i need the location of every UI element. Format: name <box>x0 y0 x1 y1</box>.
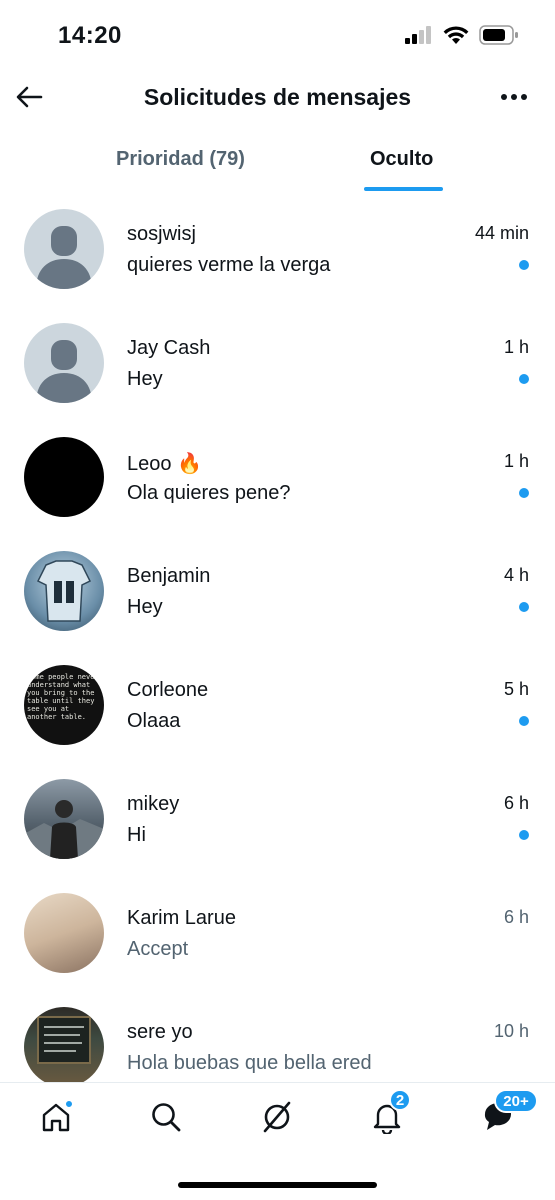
home-notification-dot <box>65 1100 73 1108</box>
tab-bar: Prioridad (79) Oculto <box>0 128 555 192</box>
more-options-button[interactable] <box>497 82 531 112</box>
signal-icon <box>405 26 431 44</box>
tab-hidden[interactable]: Oculto <box>370 148 433 171</box>
avatar <box>24 779 104 859</box>
avatar <box>24 209 104 289</box>
unread-indicator <box>519 488 529 498</box>
conversation-name: Jay Cash <box>127 337 211 359</box>
conversation-time: 10 h <box>493 1021 529 1041</box>
avatar <box>24 1007 104 1082</box>
conversation-name: sere yo <box>127 1021 193 1043</box>
conversation-time: 44 min <box>474 223 529 243</box>
avatar <box>24 893 104 973</box>
jersey-picture-icon <box>36 560 92 622</box>
conversation-preview: Hola buebas que bella ered <box>127 1052 372 1074</box>
status-bar: 14:20 <box>0 0 555 70</box>
conversation-row[interactable]: mikey Hi 6 h <box>0 762 555 876</box>
default-avatar-icon <box>36 226 92 289</box>
conversation-preview: quieres verme la verga <box>127 254 331 276</box>
avatar <box>24 323 104 403</box>
home-indicator-bar <box>178 1182 377 1188</box>
bottom-navigation: 2 20+ <box>0 1082 555 1200</box>
active-tab-indicator <box>364 187 443 191</box>
conversation-time: 5 h <box>503 679 529 699</box>
nav-grok-button[interactable] <box>257 1097 297 1137</box>
header: Solicitudes de mensajes <box>0 70 555 128</box>
conversation-time: 6 h <box>503 793 529 813</box>
conversation-time: 6 h <box>503 907 529 927</box>
page-title: Solicitudes de mensajes <box>143 84 412 110</box>
default-avatar-icon <box>36 340 92 403</box>
conversation-row[interactable]: sere yo Hola buebas que bella ered 10 h <box>0 990 555 1082</box>
conversation-row[interactable]: Some people never understand what you br… <box>0 648 555 762</box>
conversation-name: Leoo 🔥 <box>127 453 202 475</box>
wifi-icon <box>443 25 469 44</box>
conversation-preview: Olaaa <box>127 710 181 732</box>
conversation-time: 1 h <box>503 337 529 357</box>
battery-icon <box>479 25 518 45</box>
person-photo-icon <box>24 800 104 859</box>
conversation-row[interactable]: sosjwisj quieres verme la verga 44 min <box>0 192 555 306</box>
unread-indicator <box>519 602 529 612</box>
conversation-row[interactable]: Leoo 🔥 Ola quieres pene? 1 h <box>0 420 555 534</box>
menu-board-photo-icon <box>37 1016 91 1064</box>
avatar <box>24 551 104 631</box>
nav-search-button[interactable] <box>146 1097 186 1137</box>
tab-priority[interactable]: Prioridad (79) <box>116 148 245 171</box>
conversation-name: Benjamin <box>127 565 211 587</box>
conversation-row[interactable]: Karim Larue Accept 6 h <box>0 876 555 990</box>
avatar-quote-text: Some people never understand what you br… <box>27 673 99 721</box>
conversation-name: mikey <box>127 793 180 815</box>
conversation-name: Karim Larue <box>127 907 236 929</box>
conversation-preview: Accept <box>127 938 189 960</box>
message-request-list: sosjwisj quieres verme la verga 44 min J… <box>0 192 555 1082</box>
avatar <box>24 437 104 517</box>
conversation-preview: Hi <box>127 824 146 846</box>
conversation-preview: Ola quieres pene? <box>127 482 291 504</box>
conversation-name: sosjwisj <box>127 223 196 245</box>
nav-notifications-button[interactable]: 2 <box>367 1089 411 1137</box>
conversation-time: 1 h <box>503 451 529 471</box>
notifications-badge: 2 <box>389 1089 411 1111</box>
unread-indicator <box>519 260 529 270</box>
nav-messages-button[interactable]: 20+ <box>478 1089 538 1137</box>
avatar: Some people never understand what you br… <box>24 665 104 745</box>
conversation-preview: Hey <box>127 596 163 618</box>
conversation-row[interactable]: Benjamin Hey 4 h <box>0 534 555 648</box>
unread-indicator <box>519 374 529 384</box>
messages-badge: 20+ <box>494 1089 538 1113</box>
unread-indicator <box>519 716 529 726</box>
status-icons <box>405 25 519 45</box>
conversation-time: 4 h <box>503 565 529 585</box>
search-icon <box>152 1103 181 1132</box>
status-time: 14:20 <box>58 22 122 49</box>
nav-home-button[interactable] <box>36 1097 76 1137</box>
grok-icon <box>263 1101 291 1133</box>
unread-indicator <box>519 830 529 840</box>
conversation-name: Corleone <box>127 679 209 701</box>
conversation-row[interactable]: Jay Cash Hey 1 h <box>0 306 555 420</box>
conversation-preview: Hey <box>127 368 163 390</box>
more-horizontal-icon <box>501 94 527 100</box>
